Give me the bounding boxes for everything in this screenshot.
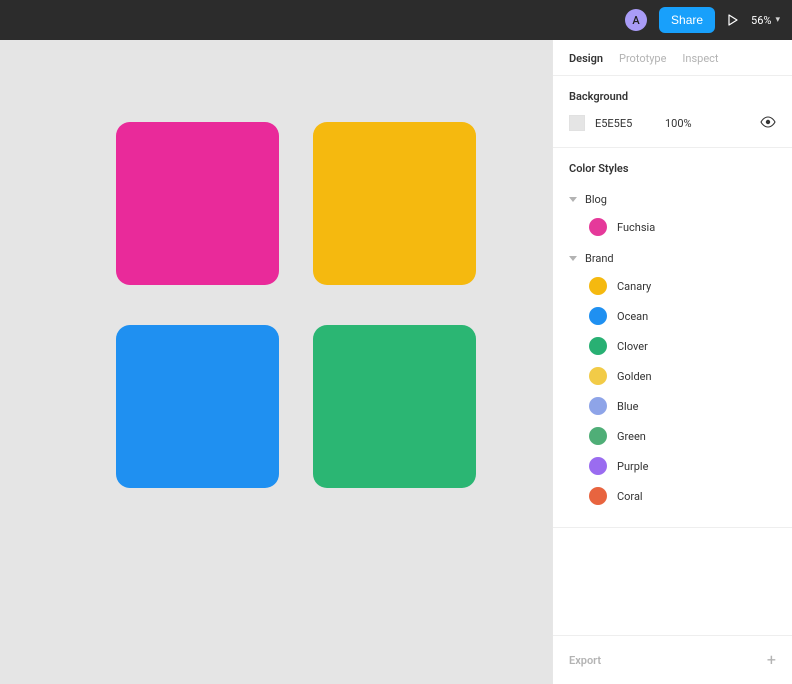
color-style-name: Coral: [617, 490, 643, 503]
style-group-header[interactable]: Blog: [569, 187, 776, 212]
chevron-down-icon: [569, 256, 577, 261]
style-group-header[interactable]: Brand: [569, 246, 776, 271]
play-icon[interactable]: [727, 14, 739, 26]
color-style-name: Golden: [617, 370, 652, 383]
color-style-row[interactable]: Clover: [569, 331, 776, 361]
color-styles-heading: Color Styles: [569, 162, 776, 175]
color-style-name: Green: [617, 430, 646, 443]
panel-tabs: Design Prototype Inspect: [553, 40, 792, 76]
color-style-row[interactable]: Ocean: [569, 301, 776, 331]
avatar[interactable]: A: [625, 9, 647, 31]
background-opacity[interactable]: 100%: [665, 117, 705, 130]
shape-rect[interactable]: [116, 122, 279, 285]
style-group-label: Brand: [585, 252, 614, 265]
color-style-row[interactable]: Coral: [569, 481, 776, 511]
color-swatch-icon: [589, 218, 607, 236]
color-swatch-icon: [589, 307, 607, 325]
color-style-name: Canary: [617, 280, 651, 293]
color-style-row[interactable]: Blue: [569, 391, 776, 421]
tab-inspect[interactable]: Inspect: [682, 52, 718, 65]
color-style-row[interactable]: Fuchsia: [569, 212, 776, 242]
shape-rect[interactable]: [116, 325, 279, 488]
tab-prototype[interactable]: Prototype: [619, 52, 666, 65]
plus-icon[interactable]: +: [767, 652, 776, 668]
color-style-name: Purple: [617, 460, 648, 473]
background-row[interactable]: E5E5E5 100%: [569, 115, 776, 131]
shape-rect[interactable]: [313, 325, 476, 488]
color-swatch-icon: [589, 367, 607, 385]
color-style-name: Ocean: [617, 310, 648, 323]
color-swatch-icon: [589, 457, 607, 475]
background-hex[interactable]: E5E5E5: [595, 117, 655, 130]
background-heading: Background: [569, 90, 776, 103]
visibility-icon[interactable]: [760, 116, 776, 131]
chevron-down-icon: [569, 197, 577, 202]
color-style-name: Fuchsia: [617, 221, 655, 234]
color-style-row[interactable]: Golden: [569, 361, 776, 391]
chevron-down-icon: ▾: [775, 15, 780, 25]
tab-design[interactable]: Design: [569, 52, 603, 65]
canvas[interactable]: [0, 40, 552, 684]
topbar: A Share 56% ▾: [0, 0, 792, 40]
shape-rect[interactable]: [313, 122, 476, 285]
canvas-shapes: [116, 122, 476, 488]
color-style-row[interactable]: Green: [569, 421, 776, 451]
color-style-row[interactable]: Purple: [569, 451, 776, 481]
style-group: Brand Canary Ocean Clover Golden Blue Green Pur…: [569, 246, 776, 511]
share-button[interactable]: Share: [659, 7, 715, 33]
color-swatch-icon: [589, 427, 607, 445]
style-group: Blog Fuchsia: [569, 187, 776, 242]
zoom-label: 56%: [751, 14, 771, 27]
background-swatch[interactable]: [569, 115, 585, 131]
color-swatch-icon: [589, 487, 607, 505]
color-swatch-icon: [589, 397, 607, 415]
color-style-name: Blue: [617, 400, 638, 413]
color-swatch-icon: [589, 277, 607, 295]
color-styles-section: Color Styles Blog Fuchsia Brand Canary Ocean…: [553, 148, 792, 528]
color-style-name: Clover: [617, 340, 648, 353]
style-group-label: Blog: [585, 193, 607, 206]
zoom-control[interactable]: 56% ▾: [751, 14, 780, 27]
color-swatch-icon: [589, 337, 607, 355]
side-panel: Design Prototype Inspect Background E5E5…: [552, 40, 792, 684]
background-section: Background E5E5E5 100%: [553, 76, 792, 148]
color-style-row[interactable]: Canary: [569, 271, 776, 301]
export-section[interactable]: Export +: [553, 635, 792, 684]
export-label: Export: [569, 654, 601, 667]
